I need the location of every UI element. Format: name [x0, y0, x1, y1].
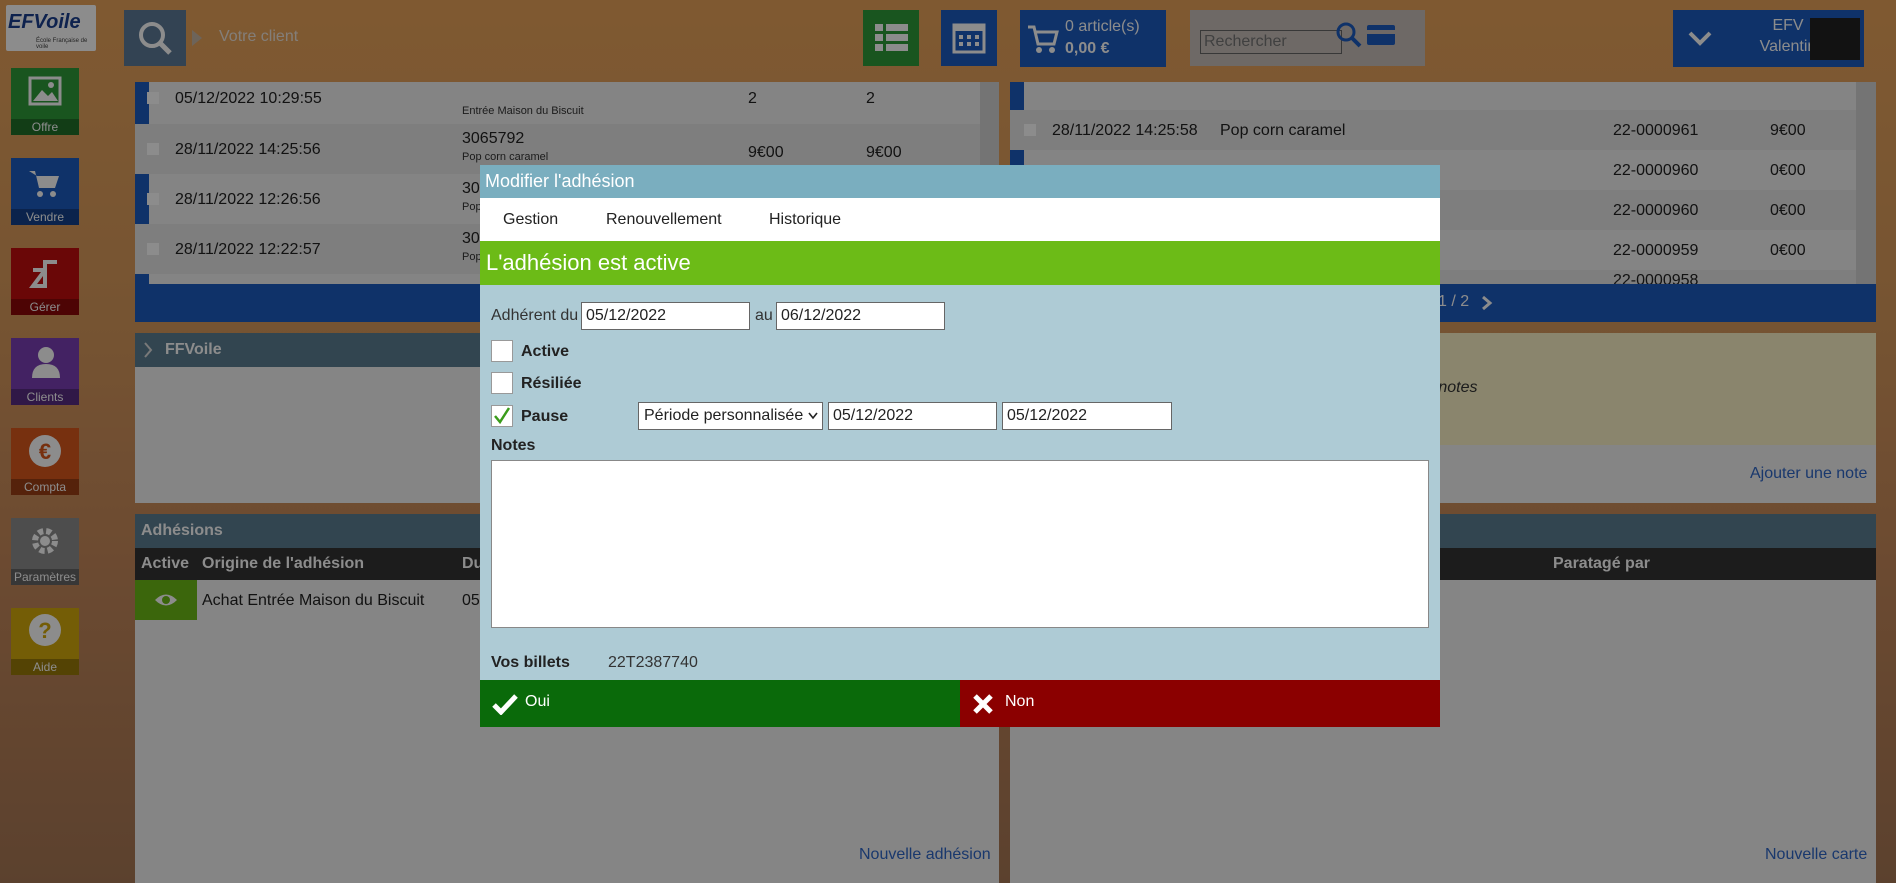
dialog-tabs: Gestion Renouvellement Historique	[480, 198, 1440, 241]
tab-gestion[interactable]: Gestion	[503, 211, 558, 229]
pause-checkbox[interactable]	[491, 405, 513, 427]
dialog-title: Modifier l'adhésion	[480, 165, 1440, 198]
tab-historique[interactable]: Historique	[769, 211, 841, 229]
pause-period-select[interactable]: Période personnalisée	[638, 402, 823, 430]
notes-textarea[interactable]	[491, 460, 1429, 628]
active-label: Active	[521, 343, 570, 360]
pause-to-input[interactable]	[1002, 402, 1172, 430]
status-banner: L'adhésion est active	[480, 241, 1440, 285]
chevron-down-icon	[808, 412, 818, 420]
tickets-value: 22T2387740	[608, 654, 698, 671]
to-date-input[interactable]	[776, 302, 945, 330]
pause-label: Pause	[521, 408, 569, 425]
resiliee-checkbox[interactable]	[491, 372, 513, 394]
confirm-button[interactable]: Oui	[480, 680, 960, 727]
from-date-input[interactable]	[581, 302, 750, 330]
cancel-label: Non	[1005, 693, 1035, 710]
active-checkbox[interactable]	[491, 340, 513, 362]
edit-adhesion-dialog: Modifier l'adhésion Gestion Renouvelleme…	[480, 165, 1440, 727]
from-label: Adhérent du	[491, 307, 579, 324]
pause-from-input[interactable]	[828, 402, 997, 430]
notes-label: Notes	[491, 437, 536, 454]
resiliee-label: Résiliée	[521, 375, 582, 392]
check-icon	[492, 694, 518, 715]
close-icon	[973, 694, 993, 714]
tickets-label: Vos billets	[491, 654, 570, 671]
to-label: au	[755, 307, 773, 324]
tab-renouvellement[interactable]: Renouvellement	[606, 211, 722, 229]
pause-period-value: Période personnalisée	[644, 407, 804, 424]
checkmark-icon	[494, 407, 511, 425]
cancel-button[interactable]: Non	[960, 680, 1440, 727]
confirm-label: Oui	[525, 693, 550, 710]
